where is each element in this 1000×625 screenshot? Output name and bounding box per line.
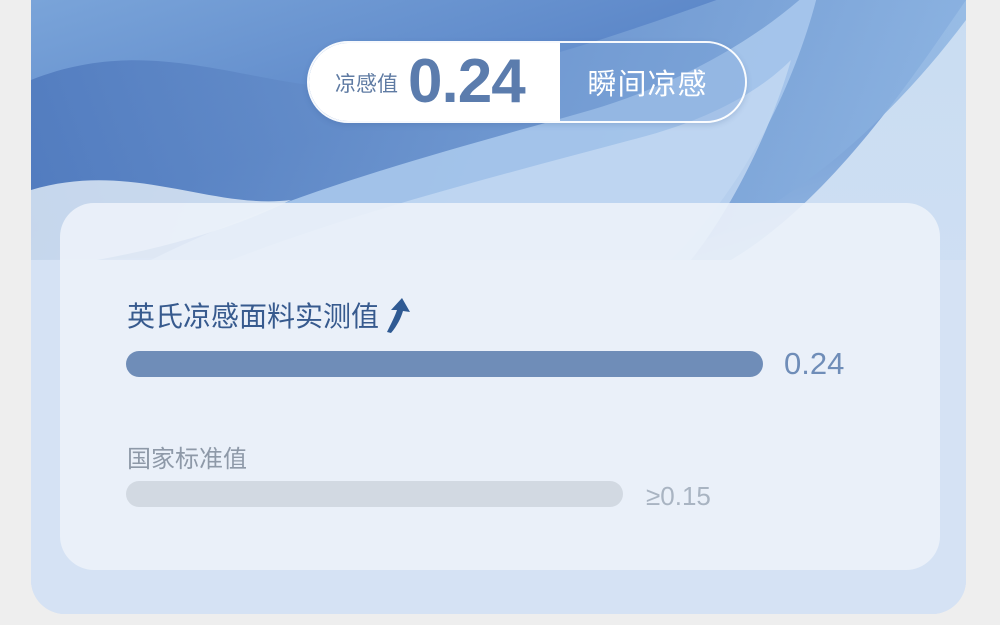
- measured-value-number: 0.24: [784, 346, 845, 381]
- cooling-value-number: 0.24: [408, 47, 526, 116]
- national-standard-label: 国家标准值: [127, 445, 247, 473]
- instant-cool-tag: 瞬间凉感: [587, 67, 708, 101]
- national-standard-number: ≥0.15: [646, 481, 711, 511]
- product-card: 凉感值 0.24 瞬间凉感 英氏凉感面料实测值 0.24 国家标准值 ≥0.15: [31, 0, 966, 614]
- comparison-panel: 英氏凉感面料实测值 0.24 国家标准值 ≥0.15: [60, 203, 940, 570]
- national-standard-bar: [126, 481, 623, 507]
- instant-cool-section: 瞬间凉感: [560, 43, 745, 121]
- measured-value-title: 英氏凉感面料实测值: [127, 295, 413, 335]
- cooling-value-section: 凉感值 0.24: [309, 43, 560, 121]
- measured-value-bar: [126, 351, 763, 377]
- up-arrow-icon: [387, 298, 411, 333]
- cooling-value-label: 凉感值: [335, 72, 398, 96]
- national-standard-title: 国家标准值: [127, 439, 247, 474]
- measured-value-label: 英氏凉感面料实测值: [127, 300, 380, 333]
- cooling-value-badge: 凉感值 0.24 瞬间凉感: [307, 41, 747, 123]
